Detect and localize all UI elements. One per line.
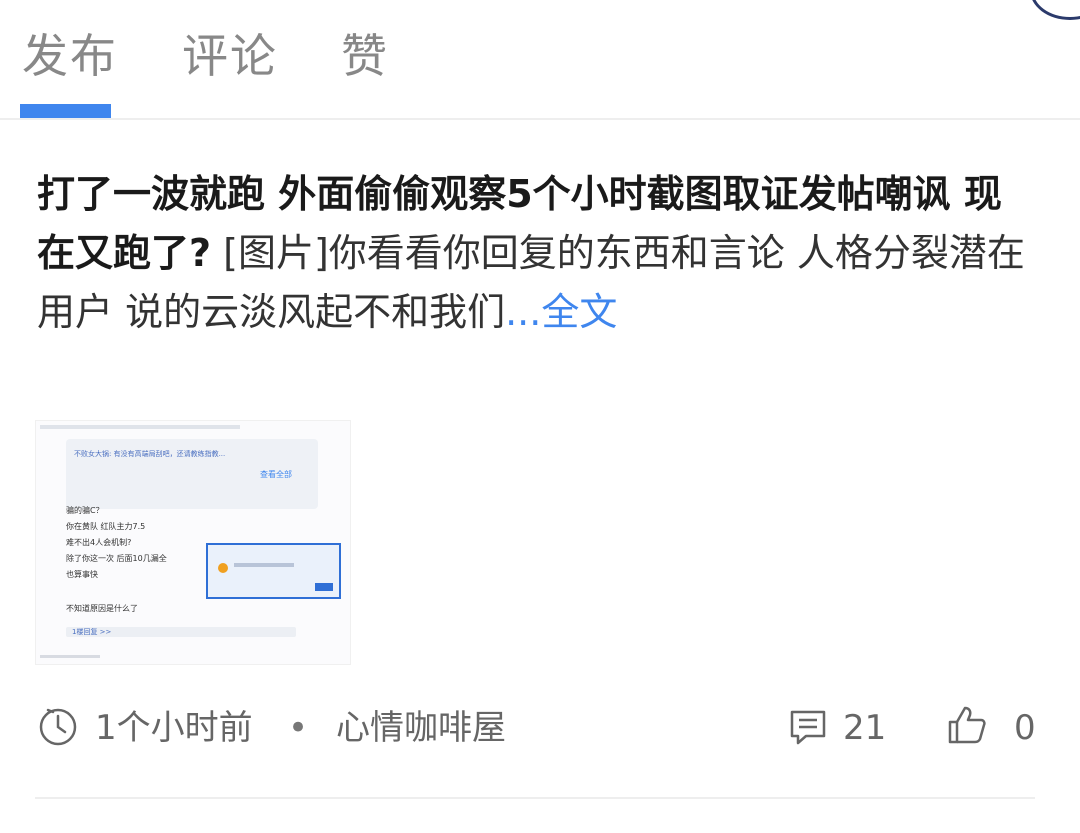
thumb-line: 也算事快 [66,570,98,579]
post-time: 1个小时前 [95,708,253,748]
thumbs-up-icon[interactable] [946,704,988,746]
post-content[interactable]: 打了一波就跑 外面偷偷观察5个小时截图取证发帖嘲讽 现在又跑了? [图片]你看看… [37,165,1027,342]
thumb-reply-bar: 1楼回复 >> [66,627,296,637]
tab-posts[interactable]: 发布 [22,28,118,84]
post-divider [35,797,1035,799]
thumb-dialog-button [315,583,333,591]
thumb-reply-label: 1楼回复 >> [72,628,112,636]
tab-likes[interactable]: 赞 [341,28,389,84]
read-more-link[interactable]: ...全文 [505,290,617,334]
meta-separator: • [288,708,309,748]
warning-icon [218,563,228,573]
comment-icon[interactable] [788,708,828,746]
tab-comments[interactable]: 评论 [182,28,278,84]
thumb-line: 除了你这一次 后面10几漏全 [66,554,167,563]
thumb-line: 不知道原因是什么了 [66,604,138,613]
thumb-view-all: 查看全部 [260,470,292,479]
tab-bar: 发布 评论 赞 [0,0,1080,120]
thumb-dialog-text [234,563,294,567]
post-image-thumbnail[interactable]: 不败女大锅: 有没有高端局刮吧，还请教练指教... 查看全部 骗的骗C？ 你在黄… [35,420,351,665]
thumb-line: 难不出4人会机制? [66,538,132,547]
clock-icon [39,708,77,746]
thumb-quote-text: 不败女大锅: 有没有高端局刮吧，还请教练指教... [74,450,226,458]
thumb-line: 你在黄队 红队主力7.5 [66,522,146,531]
active-tab-indicator [20,104,111,118]
thumb-dialog [206,543,341,599]
thumb-line: 骗的骗C？ [66,506,104,515]
post-meta-bar: 1个小时前 • 心情咖啡屋 21 0 [0,700,1080,756]
thumb-quote-box: 不败女大锅: 有没有高端局刮吧，还请教练指教... 查看全部 [66,439,318,509]
thumb-header-line [40,425,240,429]
comment-count[interactable]: 21 [843,700,886,756]
thumb-footer [40,655,100,658]
forum-name-link[interactable]: 心情咖啡屋 [336,700,506,756]
like-count[interactable]: 0 [1014,700,1036,756]
